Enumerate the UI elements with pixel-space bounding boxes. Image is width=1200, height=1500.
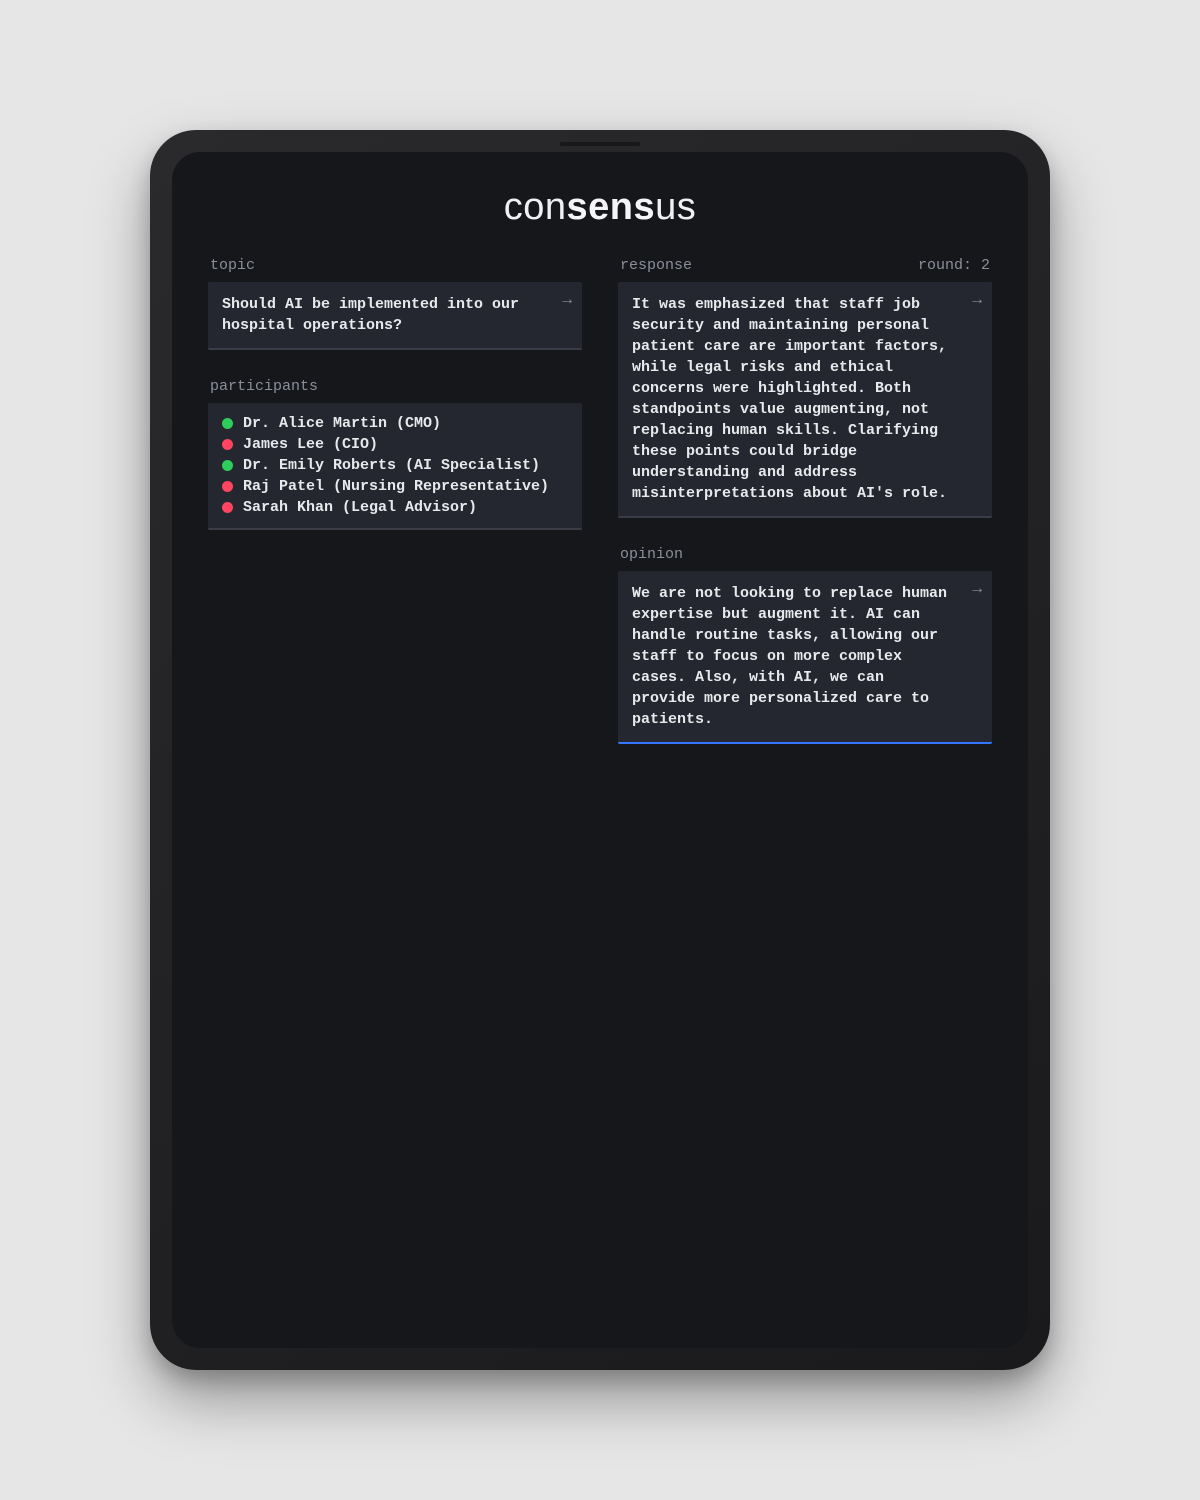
response-header: response round: 2 [618, 257, 992, 274]
opinion-card[interactable]: We are not looking to replace human expe… [618, 571, 992, 744]
response-text: It was emphasized that staff job securit… [632, 294, 978, 504]
status-dot-icon [222, 439, 233, 450]
participant-row[interactable]: Raj Patel (Nursing Representative) [222, 478, 568, 495]
opinion-label: opinion [620, 546, 683, 563]
response-card[interactable]: It was emphasized that staff job securit… [618, 282, 992, 518]
participant-row[interactable]: James Lee (CIO) [222, 436, 568, 453]
logo-part-con: con [504, 186, 567, 228]
opinion-text: We are not looking to replace human expe… [632, 583, 978, 730]
logo-part-us: us [655, 186, 696, 228]
app-logo: consensus [208, 186, 992, 229]
arrow-right-icon[interactable]: → [562, 292, 572, 308]
participant-name: Dr. Emily Roberts (AI Specialist) [243, 457, 540, 474]
participants-list: Dr. Alice Martin (CMO) James Lee (CIO) Dr.… [222, 415, 568, 516]
participant-name: Raj Patel (Nursing Representative) [243, 478, 549, 495]
status-dot-icon [222, 418, 233, 429]
arrow-right-icon[interactable]: → [972, 292, 982, 308]
participant-name: James Lee (CIO) [243, 436, 378, 453]
app-screen: consensus topic Should AI be implemented… [172, 152, 1028, 1348]
round-label: round: 2 [918, 257, 990, 274]
topic-text: Should AI be implemented into our hospit… [222, 294, 568, 336]
participant-row[interactable]: Dr. Emily Roberts (AI Specialist) [222, 457, 568, 474]
logo-part-sens: sens [567, 186, 656, 228]
opinion-header: opinion [618, 546, 992, 563]
participants-label: participants [210, 378, 318, 395]
participant-name: Sarah Khan (Legal Advisor) [243, 499, 477, 516]
participants-card: Dr. Alice Martin (CMO) James Lee (CIO) Dr.… [208, 403, 582, 530]
status-dot-icon [222, 502, 233, 513]
right-column: response round: 2 It was emphasized that… [618, 257, 992, 772]
participant-row[interactable]: Dr. Alice Martin (CMO) [222, 415, 568, 432]
main-columns: topic Should AI be implemented into our … [208, 257, 992, 772]
status-dot-icon [222, 481, 233, 492]
participant-name: Dr. Alice Martin (CMO) [243, 415, 441, 432]
tablet-device-frame: consensus topic Should AI be implemented… [150, 130, 1050, 1370]
arrow-right-icon[interactable]: → [972, 581, 982, 597]
participant-row[interactable]: Sarah Khan (Legal Advisor) [222, 499, 568, 516]
status-dot-icon [222, 460, 233, 471]
topic-card[interactable]: Should AI be implemented into our hospit… [208, 282, 582, 350]
topic-header: topic [208, 257, 582, 274]
response-label: response [620, 257, 692, 274]
participants-header: participants [208, 378, 582, 395]
left-column: topic Should AI be implemented into our … [208, 257, 582, 772]
topic-label: topic [210, 257, 255, 274]
